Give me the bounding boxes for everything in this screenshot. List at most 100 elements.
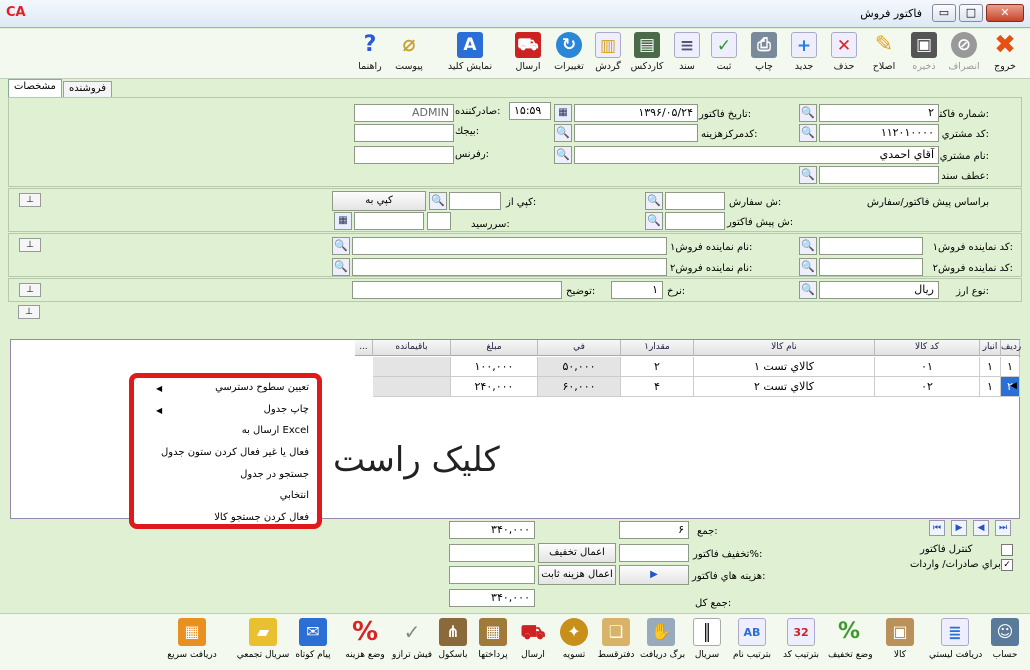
discount-status-button[interactable]: % وضع تخفيف bbox=[828, 616, 873, 670]
order-no-field[interactable] bbox=[665, 192, 725, 210]
menu-item-toggle-column[interactable]: فعال يا غير فعال کردن ستون جدول bbox=[161, 447, 309, 458]
last-record-icon[interactable]: ⏭ bbox=[995, 520, 1011, 536]
edit-button[interactable]: ✎ اصلاح bbox=[866, 31, 902, 77]
grid-cell[interactable]: ۱ bbox=[1001, 357, 1020, 377]
grid-cell[interactable]: ۱ bbox=[980, 377, 1001, 397]
register-button[interactable]: ✓ ثبت bbox=[706, 31, 742, 77]
turnover-button[interactable]: ▥ گردش bbox=[590, 31, 626, 77]
changes-button[interactable]: ↻ تغييرات bbox=[551, 31, 587, 77]
quick-receive-button[interactable]: ▦ دريافت سريع bbox=[164, 616, 220, 670]
apply-discount-button[interactable]: اعمال تخفيف bbox=[538, 543, 616, 563]
first-record-icon[interactable]: ⏮ bbox=[929, 520, 945, 536]
attachment-button[interactable]: ⌀ پيوست bbox=[391, 31, 427, 77]
send-goods-button[interactable]: ⛟ ارسال bbox=[512, 616, 554, 670]
receipt-button[interactable]: ✋ برگ دريافت bbox=[640, 616, 685, 670]
menu-item-send-excel[interactable]: ارسال به Excel bbox=[242, 425, 309, 436]
import-export-checkbox[interactable]: ✓ bbox=[1001, 559, 1013, 571]
search-icon[interactable]: 🔍 bbox=[645, 192, 663, 210]
customer-code-field[interactable]: ۱۱۲۰۱۰۰۰۰ bbox=[819, 124, 939, 142]
search-icon[interactable]: 🔍 bbox=[799, 166, 817, 184]
description-field[interactable] bbox=[352, 281, 562, 299]
rep2-name-field[interactable] bbox=[352, 258, 667, 276]
search-icon[interactable]: 🔍 bbox=[332, 258, 350, 276]
save-button[interactable]: ▣ ذخيره bbox=[906, 31, 942, 77]
due-date-field[interactable] bbox=[354, 212, 424, 230]
grid-cell[interactable]: ۶۰,۰۰۰ bbox=[538, 377, 621, 397]
maximize-button[interactable]: □ bbox=[959, 4, 983, 22]
currency-type-field[interactable]: ريال bbox=[819, 281, 939, 299]
time-field[interactable]: ۱۵:۵۹ bbox=[509, 102, 551, 120]
delete-button[interactable]: ✕ حذف bbox=[826, 31, 862, 77]
column-header[interactable]: رديف bbox=[1001, 340, 1021, 356]
search-icon[interactable]: 🔍 bbox=[554, 124, 572, 142]
new-button[interactable]: + جديد bbox=[786, 31, 822, 77]
search-icon[interactable]: 🔍 bbox=[554, 146, 572, 164]
copy-to-button[interactable]: کپي به bbox=[332, 191, 426, 211]
search-icon[interactable]: 🔍 bbox=[332, 237, 350, 255]
calendar-icon[interactable]: ▦ bbox=[554, 104, 572, 122]
apply-fixed-cost-button[interactable]: اعمال هزينه ثابت bbox=[538, 565, 616, 585]
search-icon[interactable]: 🔍 bbox=[645, 212, 663, 230]
invoice-no-field[interactable]: ۲ bbox=[819, 104, 939, 122]
grid-cell[interactable]: ۰۲ bbox=[875, 377, 980, 397]
list-receive-button[interactable]: ≣ دريافت ليستي bbox=[929, 616, 982, 670]
bulk-serial-button[interactable]: ▰ سريال تجمعي bbox=[236, 616, 290, 670]
control-invoice-checkbox[interactable] bbox=[1001, 544, 1013, 556]
search-icon[interactable]: 🔍 bbox=[799, 281, 817, 299]
sms-button[interactable]: ✉ پيام کوتاه bbox=[292, 616, 334, 670]
cost-center-field[interactable] bbox=[574, 124, 698, 142]
scale-slip-button[interactable]: ✓ فيش ترازو bbox=[391, 616, 433, 670]
account-button[interactable]: ☺ حساب bbox=[984, 616, 1026, 670]
grid-cell[interactable] bbox=[373, 377, 451, 397]
minimize-button[interactable]: ▭ bbox=[932, 4, 956, 22]
serial-button[interactable]: ║ سريال bbox=[686, 616, 728, 670]
installment-book-button[interactable]: ❑ دفترقسط bbox=[595, 616, 637, 670]
print-button[interactable]: ⎙ چاپ bbox=[746, 31, 782, 77]
doc-ref-field[interactable] bbox=[819, 166, 939, 184]
grid-cell[interactable] bbox=[373, 357, 451, 377]
column-header[interactable]: في bbox=[538, 340, 621, 356]
grid-cell[interactable]: کالاي تست ۲ bbox=[694, 377, 875, 397]
costs-play-button[interactable]: ▶ bbox=[619, 565, 689, 585]
pin-icon[interactable]: ⊥ bbox=[18, 305, 40, 319]
rep2-code-field[interactable] bbox=[819, 258, 923, 276]
pin-icon[interactable]: ⊥ bbox=[19, 193, 41, 207]
tab-specs[interactable]: مشخصات bbox=[8, 79, 62, 97]
grid-cell[interactable]: کالاي تست ۱ bbox=[694, 357, 875, 377]
column-header[interactable]: کد کالا bbox=[875, 340, 980, 356]
cost-status-button[interactable]: % وضع هزينه bbox=[342, 616, 388, 670]
search-icon[interactable]: 🔍 bbox=[799, 104, 817, 122]
column-header[interactable]: ... bbox=[355, 340, 373, 356]
grid-cell[interactable]: ۴ bbox=[621, 377, 694, 397]
show-keys-button[interactable]: A نمايش کليد bbox=[446, 31, 494, 77]
next-record-icon[interactable]: ◀ bbox=[973, 520, 989, 536]
grid-cell[interactable]: ۲۴۰,۰۰۰ bbox=[451, 377, 538, 397]
settle-button[interactable]: ✦ تسويه bbox=[553, 616, 595, 670]
rep1-code-field[interactable] bbox=[819, 237, 923, 255]
grid-cell[interactable]: ۵۰,۰۰۰ bbox=[538, 357, 621, 377]
customer-name-field[interactable]: آقاي احمدي bbox=[574, 146, 939, 164]
grid-cell[interactable]: ۰۱ bbox=[875, 357, 980, 377]
column-header[interactable]: انبار bbox=[980, 340, 1001, 356]
cardex-button[interactable]: ▤ کاردکس bbox=[629, 31, 665, 77]
pin-icon[interactable]: ⊥ bbox=[19, 283, 41, 297]
menu-item-selective[interactable]: انتخابي bbox=[280, 490, 309, 501]
due-small-field[interactable] bbox=[427, 212, 451, 230]
tab-seller[interactable]: فروشنده bbox=[63, 81, 113, 97]
menu-item-search-table[interactable]: جستجو در جدول bbox=[240, 469, 309, 480]
menu-item-print-table[interactable]: چاپ جدول bbox=[264, 404, 309, 415]
cancel-button[interactable]: ⊘ انصراف bbox=[946, 31, 982, 77]
grid-cell[interactable]: ۱۰۰,۰۰۰ bbox=[451, 357, 538, 377]
search-icon[interactable]: 🔍 bbox=[799, 258, 817, 276]
column-header[interactable]: باقيمانده bbox=[373, 340, 451, 356]
rep1-name-field[interactable] bbox=[352, 237, 667, 255]
payments-button[interactable]: ▦ پرداختها bbox=[472, 616, 514, 670]
bascule-button[interactable]: ⋔ باسکول bbox=[432, 616, 474, 670]
sort-by-code-button[interactable]: 32 بترتيب کد bbox=[780, 616, 822, 670]
document-button[interactable]: ≡ سند bbox=[669, 31, 705, 77]
column-header[interactable]: نام کالا bbox=[694, 340, 875, 356]
sort-by-name-button[interactable]: AB بترتيب نام bbox=[731, 616, 773, 670]
prev-record-icon[interactable]: ▶ bbox=[951, 520, 967, 536]
send-button[interactable]: ⛟ ارسال bbox=[510, 31, 546, 77]
discount-field[interactable] bbox=[619, 544, 689, 562]
